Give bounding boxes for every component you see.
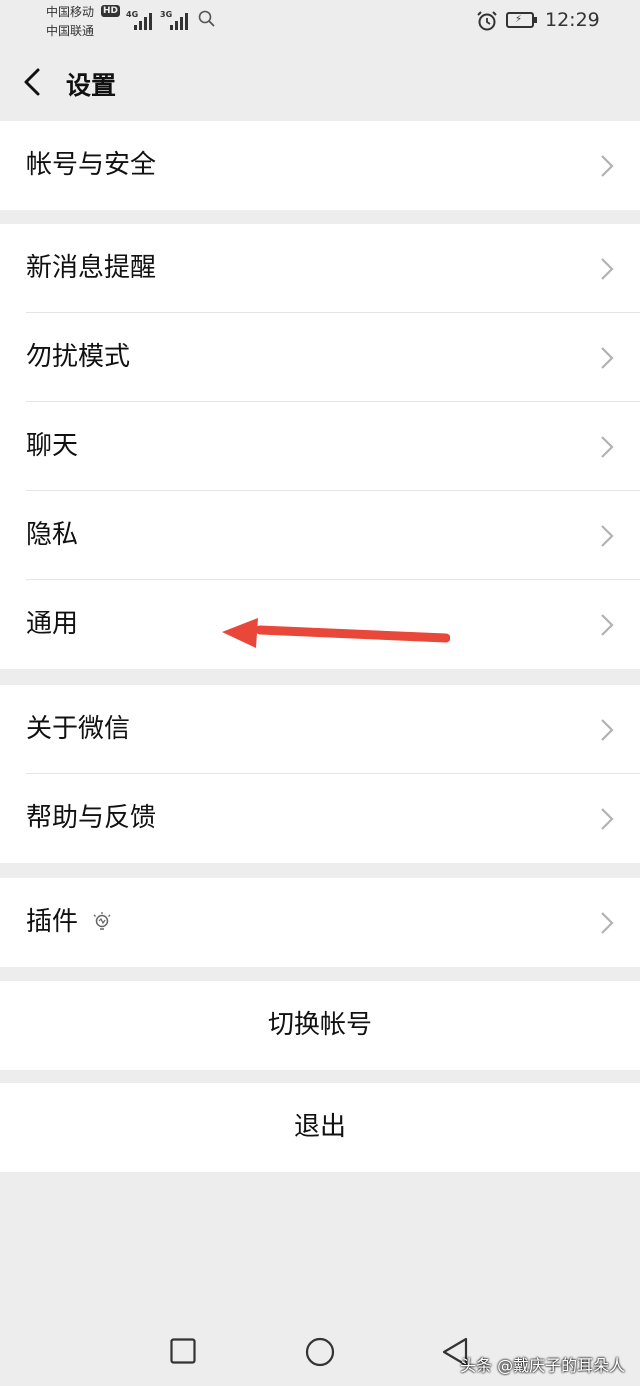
carrier-2-name: 中国联通 bbox=[46, 24, 95, 38]
hd-badge: HD bbox=[101, 5, 121, 17]
plugins-group: 插件 bbox=[0, 878, 640, 967]
main-settings-group: 新消息提醒 勿扰模式 聊天 隐私 通用 bbox=[0, 224, 640, 669]
status-bar: 中国移动 HD 中国联通 4G 3G ⚡ 12:29 bbox=[0, 0, 640, 44]
chevron-right-icon bbox=[601, 719, 614, 741]
search-icon bbox=[198, 10, 215, 27]
chevron-right-icon bbox=[601, 347, 614, 369]
settings-item-label: 勿扰模式 bbox=[26, 342, 131, 372]
signal-2-icon bbox=[170, 10, 192, 30]
settings-item-privacy[interactable]: 隐私 bbox=[0, 491, 640, 580]
switch-account-label: 切换帐号 bbox=[267, 1010, 372, 1040]
logout-button[interactable]: 退出 bbox=[0, 1083, 640, 1172]
status-time: 12:29 bbox=[545, 9, 600, 31]
settings-item-notifications[interactable]: 新消息提醒 bbox=[0, 224, 640, 313]
carrier-1-name: 中国移动 bbox=[46, 5, 95, 19]
chevron-right-icon bbox=[601, 258, 614, 280]
logout-label: 退出 bbox=[293, 1112, 346, 1142]
switch-account-button[interactable]: 切换帐号 bbox=[0, 981, 640, 1070]
signal-1-icon bbox=[134, 10, 156, 30]
settings-item-about-wechat[interactable]: 关于微信 bbox=[0, 685, 640, 774]
battery-charging-icon: ⚡ bbox=[506, 12, 537, 28]
settings-item-plugins[interactable]: 插件 bbox=[0, 878, 640, 967]
chevron-right-icon bbox=[601, 436, 614, 458]
settings-item-label: 隐私 bbox=[26, 520, 79, 550]
settings-item-label: 帐号与安全 bbox=[26, 150, 157, 180]
back-arrow-icon[interactable] bbox=[20, 66, 50, 98]
settings-item-do-not-disturb[interactable]: 勿扰模式 bbox=[0, 313, 640, 402]
chevron-right-icon bbox=[601, 614, 614, 636]
recent-apps-square-icon[interactable] bbox=[170, 1338, 196, 1364]
settings-item-label: 关于微信 bbox=[26, 714, 131, 744]
settings-item-label: 通用 bbox=[26, 609, 79, 639]
settings-item-account-security[interactable]: 帐号与安全 bbox=[0, 121, 640, 210]
info-group: 关于微信 帮助与反馈 bbox=[0, 685, 640, 863]
chevron-right-icon bbox=[601, 912, 614, 934]
page-title: 设置 bbox=[66, 71, 117, 100]
settings-item-help-feedback[interactable]: 帮助与反馈 bbox=[0, 774, 640, 863]
settings-item-label: 帮助与反馈 bbox=[26, 803, 157, 833]
lightbulb-icon bbox=[93, 912, 111, 930]
settings-item-label: 聊天 bbox=[26, 431, 79, 461]
settings-item-label: 新消息提醒 bbox=[26, 253, 157, 283]
settings-item-chat[interactable]: 聊天 bbox=[0, 402, 640, 491]
watermark: 头条 @戴庆子的耳朵人 bbox=[460, 1356, 626, 1375]
navigation-bar: 设置 bbox=[0, 44, 640, 120]
alarm-clock-icon bbox=[477, 11, 497, 31]
account-group: 帐号与安全 bbox=[0, 121, 640, 210]
chevron-right-icon bbox=[601, 525, 614, 547]
chevron-right-icon bbox=[601, 155, 614, 177]
annotation-arrow-icon bbox=[222, 618, 450, 648]
settings-item-label: 插件 bbox=[26, 907, 79, 937]
chevron-right-icon bbox=[601, 808, 614, 830]
home-circle-icon[interactable] bbox=[305, 1337, 335, 1367]
